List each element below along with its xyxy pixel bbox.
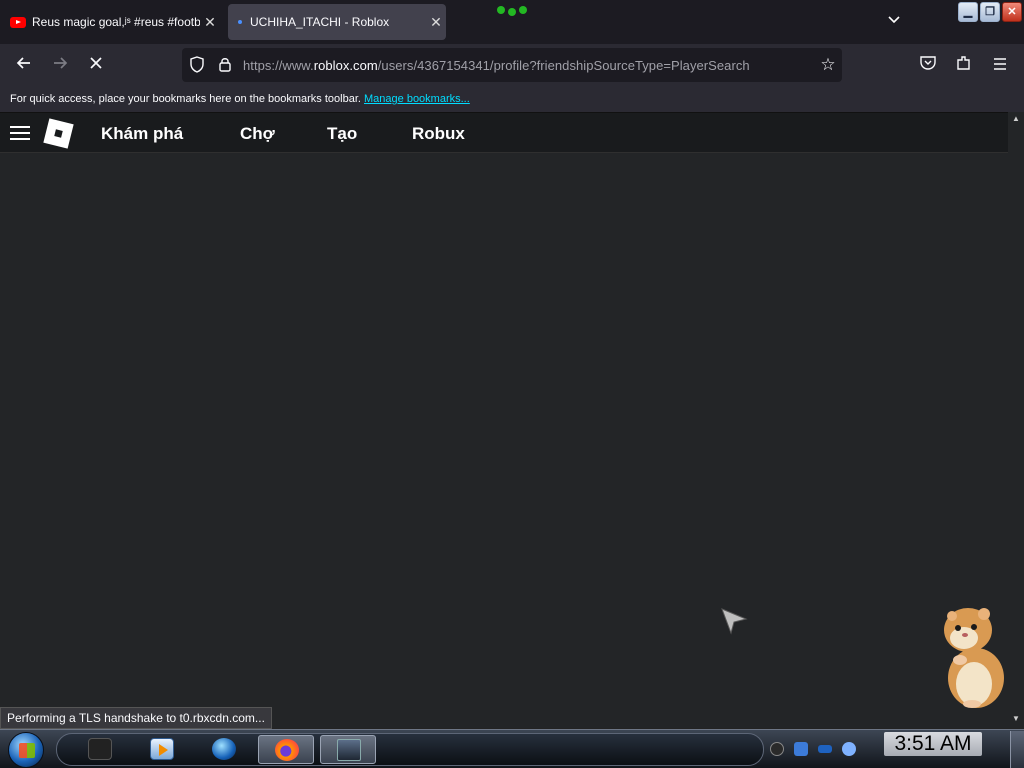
firefox-icon xyxy=(275,739,299,761)
window-controls: ▁ ❐ ✕ xyxy=(958,2,1022,22)
url-text[interactable]: https://www.roblox.com/users/4367154341/… xyxy=(243,58,750,73)
globe-icon xyxy=(212,738,236,760)
close-tab-icon[interactable]: ✕ xyxy=(426,14,446,31)
pocket-icon[interactable] xyxy=(916,54,940,76)
start-button[interactable] xyxy=(8,732,44,768)
monitor-icon xyxy=(88,738,112,760)
shield-icon[interactable] xyxy=(188,56,206,74)
bookmarks-hint: For quick access, place your bookmarks h… xyxy=(10,93,361,105)
show-desktop-button[interactable] xyxy=(1010,731,1024,768)
bookmark-star-icon[interactable]: ☆ xyxy=(818,55,838,75)
nav-create[interactable]: Tạo xyxy=(327,124,357,144)
tab-title: Reus magic goal,ʲˢ #reus #footba xyxy=(32,15,200,29)
nav-robux[interactable]: Robux xyxy=(412,124,465,144)
scrollbar[interactable]: ▲ ▼ xyxy=(1008,112,1024,728)
speaker-icon[interactable] xyxy=(770,742,784,756)
tab-roblox[interactable]: UCHIHA_ITACHI - Roblox ✕ xyxy=(228,4,446,40)
url-prefix: https://www. xyxy=(243,58,314,73)
url-domain: roblox.com xyxy=(313,58,378,73)
bookmarks-toolbar: For quick access, place your bookmarks h… xyxy=(0,86,1024,112)
taskbar-item[interactable] xyxy=(196,735,252,764)
forward-button[interactable] xyxy=(48,54,72,76)
clock[interactable]: 3:51 AM xyxy=(884,732,982,756)
manage-bookmarks-link[interactable]: Manage bookmarks... xyxy=(364,93,470,105)
bluetooth-icon[interactable] xyxy=(842,742,856,756)
taskbar-item-firefox[interactable] xyxy=(258,735,314,764)
navigation-toolbar: https://www.roblox.com/users/4367154341/… xyxy=(0,44,1024,86)
page-content xyxy=(0,153,1008,728)
extensions-icon[interactable] xyxy=(952,54,976,76)
scroll-up-icon[interactable]: ▲ xyxy=(1011,114,1021,123)
media-player-icon xyxy=(150,738,174,760)
network-icon[interactable] xyxy=(794,742,808,756)
back-button[interactable] xyxy=(12,54,36,76)
mouse-cursor-icon xyxy=(721,608,748,635)
taskbar-item[interactable] xyxy=(72,735,128,764)
close-tab-icon[interactable]: ✕ xyxy=(200,14,220,31)
taskbar-item[interactable] xyxy=(134,735,190,764)
url-path: /users/4367154341/profile?friendshipSour… xyxy=(377,58,750,73)
lock-icon[interactable] xyxy=(216,56,234,74)
restore-button[interactable]: ❐ xyxy=(980,2,1000,22)
stop-loading-button[interactable] xyxy=(84,54,108,76)
status-text: Performing a TLS handshake to t0.rbxcdn.… xyxy=(0,707,272,729)
tab-strip: Reus magic goal,ʲˢ #reus #footba ✕ UCHIH… xyxy=(0,0,1024,44)
tab-title: UCHIHA_ITACHI - Roblox xyxy=(250,15,390,29)
hamster-sticker xyxy=(944,608,1004,708)
hamburger-menu-icon[interactable] xyxy=(10,126,30,140)
menu-icon[interactable] xyxy=(988,54,1012,76)
chevron-down-icon[interactable] xyxy=(884,12,904,32)
taskbar: 3:51 AM xyxy=(0,729,1024,768)
close-window-button[interactable]: ✕ xyxy=(1002,2,1022,22)
nav-discover[interactable]: Khám phá xyxy=(101,124,183,144)
loading-icon xyxy=(238,20,242,24)
battery-icon[interactable] xyxy=(818,745,832,753)
screen-icon xyxy=(337,739,361,761)
roblox-header: Khám phá Chợ Tạo Robux xyxy=(0,112,1008,153)
scroll-down-icon[interactable]: ▼ xyxy=(1011,714,1021,723)
screen: Reus magic goal,ʲˢ #reus #footba ✕ UCHIH… xyxy=(0,0,1024,768)
url-bar[interactable]: https://www.roblox.com/users/4367154341/… xyxy=(182,48,842,82)
nav-marketplace[interactable]: Chợ xyxy=(240,124,275,144)
youtube-icon xyxy=(10,16,26,28)
tab-youtube[interactable]: Reus magic goal,ʲˢ #reus #footba ✕ xyxy=(4,4,220,40)
taskbar-item[interactable] xyxy=(320,735,376,764)
roblox-logo[interactable] xyxy=(43,118,74,149)
minimize-button[interactable]: ▁ xyxy=(958,2,978,22)
decorative-green-icon xyxy=(497,6,527,16)
